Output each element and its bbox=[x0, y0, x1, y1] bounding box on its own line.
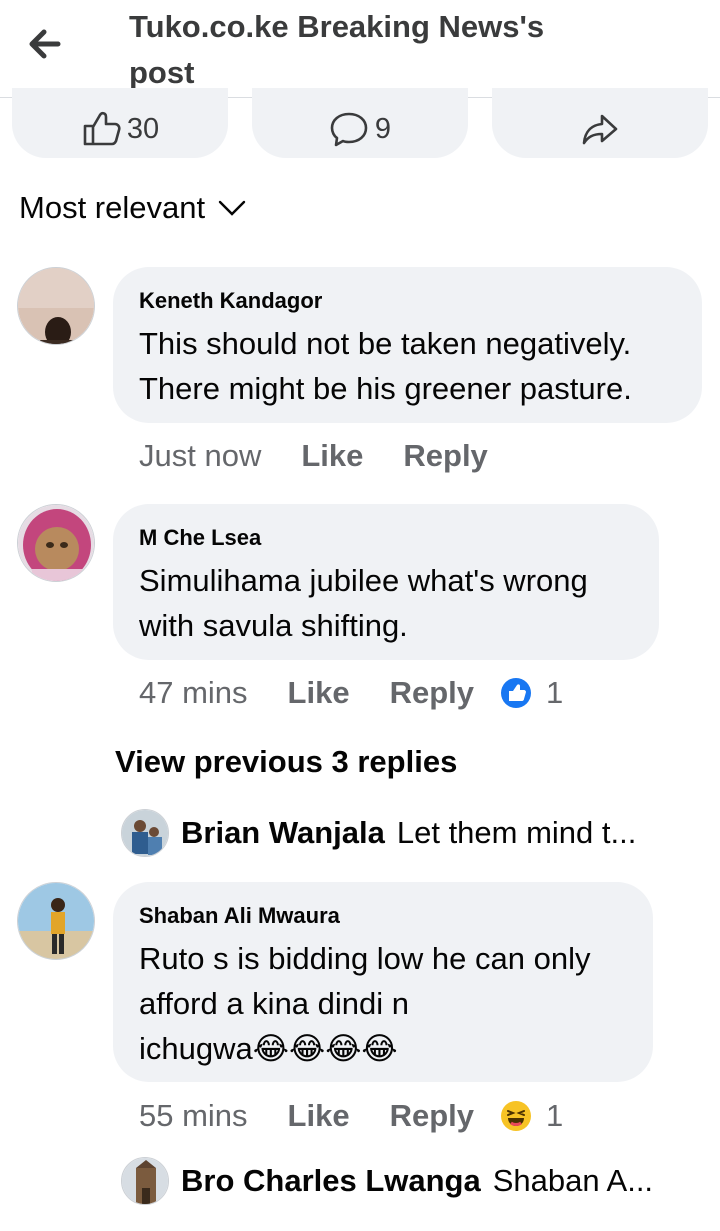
profile-photo bbox=[18, 268, 94, 344]
comment-reply-button[interactable]: Reply bbox=[390, 675, 474, 711]
comment-text: Simulihama jubilee what's wrong with sav… bbox=[139, 558, 633, 648]
comment-text-line: There might be his greener pasture. bbox=[139, 371, 632, 406]
reaction-summary[interactable]: 1 bbox=[500, 1098, 563, 1134]
profile-photo bbox=[122, 810, 168, 856]
comment-like-button[interactable]: Like bbox=[301, 438, 363, 474]
comment-bubble: Keneth Kandagor This should not be taken… bbox=[113, 267, 702, 423]
like-button[interactable]: 30 bbox=[12, 88, 228, 158]
comment-bubble: Shaban Ali Mwaura Ruto s is bidding low … bbox=[113, 882, 653, 1082]
laughing-emoji-icons: 😂😂😂😂 bbox=[252, 1031, 398, 1066]
reaction-summary[interactable]: 1 bbox=[500, 675, 563, 711]
comment-bubble: M Che Lsea Simulihama jubilee what's wro… bbox=[113, 504, 659, 660]
like-count: 30 bbox=[126, 112, 160, 145]
comment-like-button[interactable]: Like bbox=[288, 675, 350, 711]
comment-text-line: with savula shifting. bbox=[139, 608, 408, 643]
chevron-down-icon bbox=[218, 200, 246, 216]
comment-text-fragment: ichugwa bbox=[139, 1031, 253, 1066]
comment-text-line: This should not be taken negatively. bbox=[139, 326, 632, 361]
sort-label: Most relevant bbox=[19, 190, 206, 225]
profile-photo bbox=[18, 505, 94, 581]
comment-text-line: Simulihama jubilee what's wrong bbox=[139, 563, 588, 598]
reply-author[interactable]: Brian Wanjala bbox=[181, 815, 385, 851]
reply-preview[interactable]: Brian Wanjala Let them mind t... bbox=[121, 809, 636, 857]
comment-author[interactable]: Keneth Kandagor bbox=[139, 287, 676, 315]
view-previous-replies-link[interactable]: View previous 3 replies bbox=[115, 744, 457, 780]
comment-time[interactable]: Just now bbox=[139, 438, 261, 474]
avatar[interactable] bbox=[121, 809, 169, 857]
comment-meta: Just now Like Reply bbox=[139, 438, 528, 474]
comment-text: Ruto s is bidding low he can only afford… bbox=[139, 936, 627, 1071]
reaction-count: 1 bbox=[546, 1098, 564, 1133]
thumbs-up-icon bbox=[83, 111, 121, 146]
page-title: Tuko.co.ke Breaking News's post bbox=[129, 4, 669, 96]
comment-time[interactable]: 47 mins bbox=[139, 675, 248, 711]
share-arrow-icon bbox=[582, 114, 618, 145]
comment-count: 9 bbox=[374, 112, 392, 145]
comment-reply-button[interactable]: Reply bbox=[390, 1098, 474, 1134]
comment-text-line: Ruto s is bidding low he can only bbox=[139, 941, 591, 976]
comment-bubble-icon bbox=[330, 112, 368, 147]
post-actions-bar: 30 9 bbox=[0, 88, 720, 160]
top-bar: Tuko.co.ke Breaking News's post bbox=[0, 0, 720, 98]
comment-sort-dropdown[interactable]: Most relevant bbox=[19, 190, 247, 226]
avatar[interactable] bbox=[17, 267, 95, 345]
comment-author[interactable]: Shaban Ali Mwaura bbox=[139, 902, 627, 930]
comment-text-line: afford a kina dindi n bbox=[139, 986, 410, 1021]
reply-preview[interactable]: Bro Charles Lwanga Shaban A... bbox=[121, 1157, 653, 1205]
avatar[interactable] bbox=[121, 1157, 169, 1205]
back-button[interactable] bbox=[22, 22, 70, 66]
haha-reaction-icon bbox=[501, 1101, 531, 1131]
reply-author[interactable]: Bro Charles Lwanga bbox=[181, 1163, 481, 1199]
share-button[interactable] bbox=[492, 88, 708, 158]
comment-text: This should not be taken negatively. The… bbox=[139, 321, 676, 411]
title-line-1: Tuko.co.ke Breaking News's bbox=[129, 9, 545, 44]
avatar[interactable] bbox=[17, 882, 95, 960]
comment-meta: 55 mins Like Reply 1 bbox=[139, 1098, 563, 1134]
profile-photo bbox=[18, 883, 94, 959]
comment-like-button[interactable]: Like bbox=[288, 1098, 350, 1134]
avatar[interactable] bbox=[17, 504, 95, 582]
profile-photo bbox=[122, 1158, 168, 1204]
back-arrow-icon bbox=[29, 29, 61, 59]
comment-button[interactable]: 9 bbox=[252, 88, 468, 158]
reaction-count: 1 bbox=[546, 675, 564, 710]
comment-text-line: ichugwa😂😂😂😂 bbox=[139, 1026, 627, 1071]
reply-preview-text: Shaban A... bbox=[492, 1163, 654, 1198]
comment-time[interactable]: 55 mins bbox=[139, 1098, 248, 1134]
comment-author[interactable]: M Che Lsea bbox=[139, 524, 633, 552]
comment-meta: 47 mins Like Reply 1 bbox=[139, 675, 563, 711]
like-reaction-icon bbox=[501, 678, 531, 708]
comment-reply-button[interactable]: Reply bbox=[403, 438, 487, 474]
reply-preview-text: Let them mind t... bbox=[396, 815, 637, 850]
